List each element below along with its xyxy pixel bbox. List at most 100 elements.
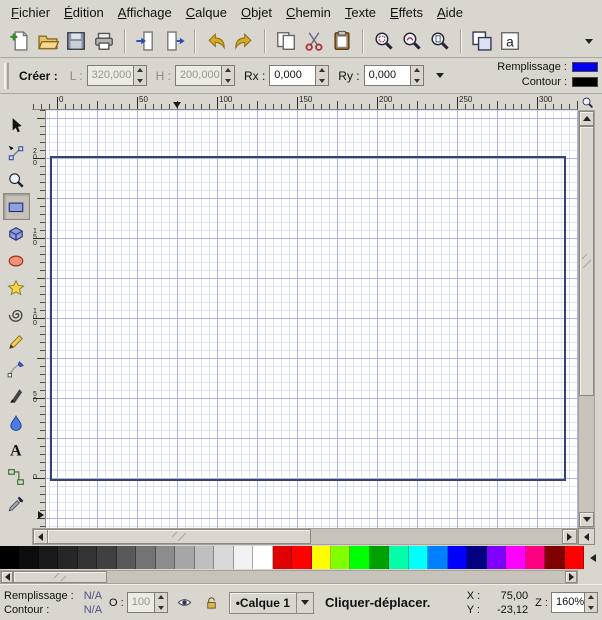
palette-swatch[interactable] <box>467 546 486 569</box>
menu-chemin[interactable]: Chemin <box>279 2 338 23</box>
palette-swatch[interactable] <box>195 546 214 569</box>
horizontal-scrollbar-thumb[interactable] <box>47 529 311 544</box>
new-view-button[interactable] <box>468 26 496 56</box>
palette-scroll-button[interactable] <box>584 545 601 570</box>
cut-button[interactable] <box>300 26 328 56</box>
ellipse-tool-button[interactable] <box>3 247 30 274</box>
palette-swatch[interactable] <box>19 546 38 569</box>
palette-swatch[interactable] <box>58 546 77 569</box>
layer-lock-button[interactable] <box>202 593 222 613</box>
vertical-ruler[interactable]: 2 0 01 5 01 0 05 00 <box>32 110 46 528</box>
palette-swatch[interactable] <box>312 546 331 569</box>
pencil-tool-button[interactable] <box>3 328 30 355</box>
palette-swatch[interactable] <box>292 546 311 569</box>
spin-up-button[interactable] <box>316 66 328 76</box>
node-editor-tool-button[interactable] <box>3 139 30 166</box>
dropper-tool-button[interactable] <box>3 490 30 517</box>
palette-swatch[interactable] <box>409 546 428 569</box>
box-3d-tool-button[interactable] <box>3 220 30 247</box>
palette-swatch[interactable] <box>39 546 58 569</box>
field-ry-input[interactable]: 0,000 <box>364 65 424 86</box>
selector-tool-button[interactable] <box>3 112 30 139</box>
palette-swatch[interactable] <box>331 546 350 569</box>
palette-scrollbar[interactable] <box>0 570 578 584</box>
palette-swatch[interactable] <box>0 546 19 569</box>
vertical-scrollbar[interactable] <box>578 110 595 528</box>
palette-swatch[interactable] <box>78 546 97 569</box>
fill-color-swatch[interactable] <box>572 62 598 72</box>
field-h-input[interactable]: 200,000 <box>175 65 235 86</box>
spin-up-button[interactable] <box>222 66 234 76</box>
spin-down-button[interactable] <box>411 76 423 86</box>
menu-effets[interactable]: Effets <box>383 2 430 23</box>
zoom-corner-button[interactable] <box>578 94 596 110</box>
paste-button[interactable] <box>328 26 356 56</box>
connector-tool-button[interactable] <box>3 463 30 490</box>
palette-scroll-left-button[interactable] <box>1 571 13 583</box>
spin-down-button[interactable] <box>585 603 597 613</box>
palette-swatch[interactable] <box>526 546 545 569</box>
toolbar-overflow-button[interactable] <box>581 34 597 48</box>
palette-swatch[interactable] <box>117 546 136 569</box>
menu-calque[interactable]: Calque <box>179 2 234 23</box>
menu-aide[interactable]: Aide <box>430 2 470 23</box>
vertical-scrollbar-thumb[interactable] <box>579 126 594 396</box>
menu-texte[interactable]: Texte <box>338 2 383 23</box>
spin-down-button[interactable] <box>222 76 234 86</box>
scroll-up-button[interactable] <box>579 111 594 126</box>
palette-swatch[interactable] <box>487 546 506 569</box>
palette-swatch[interactable] <box>253 546 272 569</box>
palette-swatch[interactable] <box>175 546 194 569</box>
zoom-page-button[interactable] <box>426 26 454 56</box>
star-tool-button[interactable] <box>3 274 30 301</box>
undo-button[interactable] <box>202 26 230 56</box>
horizontal-ruler[interactable]: 050100150200250300 <box>32 94 578 110</box>
import-document-button[interactable] <box>132 26 160 56</box>
palette-swatch[interactable] <box>156 546 175 569</box>
export-document-button[interactable] <box>160 26 188 56</box>
spin-up-button[interactable] <box>134 66 146 76</box>
scroll-left-button[interactable] <box>33 529 48 544</box>
palette-swatch[interactable] <box>350 546 369 569</box>
copy-button[interactable] <box>272 26 300 56</box>
spin-up-button[interactable] <box>585 593 597 603</box>
zoom-tool-button[interactable] <box>3 166 30 193</box>
canvas[interactable] <box>46 110 578 528</box>
scroll-right-button[interactable] <box>562 529 577 544</box>
palette-scrollbar-thumb[interactable] <box>13 571 107 583</box>
paint-bucket-tool-button[interactable] <box>3 409 30 436</box>
palette-swatch[interactable] <box>97 546 116 569</box>
new-document-button[interactable] <box>6 26 34 56</box>
palette-swatch[interactable] <box>428 546 447 569</box>
text-tool-button[interactable] <box>3 436 30 463</box>
rectangle-tool-button[interactable] <box>3 193 30 220</box>
menu-edition[interactable]: Édition <box>57 2 111 23</box>
menu-fichier[interactable]: Fichier <box>4 2 57 23</box>
palette-swatch[interactable] <box>565 546 584 569</box>
layer-visibility-button[interactable] <box>175 593 195 613</box>
save-document-button[interactable] <box>62 26 90 56</box>
fill-stroke-status[interactable]: Remplissage : N/A Contour : N/A <box>4 590 102 616</box>
layer-selector[interactable]: •Calque 1 <box>229 592 314 614</box>
menu-objet[interactable]: Objet <box>234 2 279 23</box>
redo-button[interactable] <box>230 26 258 56</box>
horizontal-scrollbar[interactable] <box>32 528 578 545</box>
corner-scroll-button[interactable] <box>578 528 595 545</box>
palette-scroll-right-button[interactable] <box>565 571 577 583</box>
field-rx-input[interactable]: 0,000 <box>269 65 329 86</box>
palette-swatch[interactable] <box>370 546 389 569</box>
pen-tool-button[interactable] <box>3 355 30 382</box>
calligraphy-tool-button[interactable] <box>3 382 30 409</box>
field-l-input[interactable]: 320,000 <box>87 65 147 86</box>
tool-options-overflow-button[interactable] <box>432 68 448 84</box>
stroke-color-swatch[interactable] <box>572 77 598 87</box>
palette-swatch[interactable] <box>273 546 292 569</box>
drawn-rectangle[interactable] <box>50 156 566 481</box>
zoom-input[interactable]: 160% <box>551 592 598 613</box>
spin-up-button[interactable] <box>411 66 423 76</box>
toolbar-grip[interactable] <box>4 63 9 89</box>
opacity-input[interactable]: 100 <box>127 592 168 613</box>
print-document-button[interactable] <box>90 26 118 56</box>
spin-down-button[interactable] <box>134 76 146 86</box>
spin-up-button[interactable] <box>155 593 167 603</box>
